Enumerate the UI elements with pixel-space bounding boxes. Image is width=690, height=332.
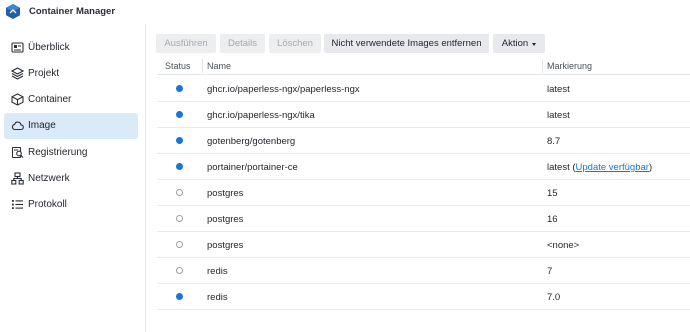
- column-divider[interactable]: [202, 59, 203, 73]
- image-name: postgres: [207, 188, 244, 199]
- run-button[interactable]: Ausführen: [156, 34, 216, 53]
- container-icon: [11, 93, 24, 106]
- image-tag-text: latest (: [547, 162, 576, 173]
- sidebar-item-label: Container: [28, 94, 72, 105]
- update-available-link[interactable]: Update verfügbar: [576, 162, 649, 173]
- image-name: gotenberg/gotenberg: [207, 136, 296, 147]
- image-tag: 16: [547, 214, 558, 225]
- sidebar-item-log[interactable]: Protokoll: [4, 192, 138, 218]
- image-name: postgres: [207, 240, 244, 251]
- table-row[interactable]: ghcr.io/paperless-ngx/tika latest: [157, 102, 690, 128]
- sidebar-item-container[interactable]: Container: [4, 87, 138, 113]
- image-tag-suffix: ): [648, 162, 653, 173]
- sidebar-item-label: Registrierung: [28, 147, 88, 158]
- image-tag: 7: [547, 266, 553, 277]
- sidebar-item-label: Protokoll: [28, 199, 67, 210]
- image-tag: 15: [547, 188, 558, 199]
- container-manager-logo: [6, 4, 20, 19]
- image-tag: latest: [547, 84, 570, 95]
- status-stopped-icon: [176, 189, 183, 196]
- image-name: redis: [207, 292, 228, 303]
- status-stopped-icon: [176, 241, 183, 248]
- chevron-down-icon: [532, 42, 537, 46]
- overview-icon: [11, 42, 24, 53]
- table-row[interactable]: redis 7.0: [157, 284, 690, 310]
- table-row[interactable]: gotenberg/gotenberg 8.7: [157, 128, 690, 154]
- table-header: Status Name Markierung: [157, 57, 690, 75]
- action-label: Aktion: [501, 38, 529, 49]
- table-row[interactable]: ghcr.io/paperless-ngx/paperless-ngx late…: [157, 76, 690, 102]
- sidebar-item-label: Überblick: [28, 42, 70, 53]
- sidebar-item-network[interactable]: Netzwerk: [4, 166, 138, 192]
- status-stopped-icon: [176, 267, 183, 274]
- table-row[interactable]: postgres <none>: [157, 232, 690, 258]
- image-name: ghcr.io/paperless-ngx/tika: [207, 110, 315, 121]
- sidebar-item-label: Netzwerk: [28, 173, 70, 184]
- details-button[interactable]: Details: [220, 34, 265, 53]
- title-bar: Container Manager: [0, 0, 690, 24]
- image-tag: 7.0: [547, 292, 561, 303]
- image-panel: Ausführen Details Löschen Nicht verwende…: [147, 24, 690, 332]
- column-divider[interactable]: [542, 59, 543, 73]
- image-name: portainer/portainer-ce: [207, 162, 298, 173]
- status-stopped-icon: [176, 215, 183, 222]
- action-dropdown[interactable]: Aktion: [493, 34, 545, 53]
- sidebar-item-image[interactable]: Image: [4, 113, 138, 139]
- log-icon: [12, 200, 23, 209]
- status-running-icon: [176, 163, 183, 170]
- sidebar-item-registry[interactable]: Registrierung: [4, 140, 138, 166]
- image-name: redis: [207, 266, 228, 277]
- status-running-icon: [176, 293, 183, 300]
- column-header-tag[interactable]: Markierung: [547, 61, 592, 71]
- status-running-icon: [176, 137, 183, 144]
- sidebar-item-project[interactable]: Projekt: [4, 61, 138, 87]
- table-row[interactable]: portainer/portainer-ce latest (Update ve…: [157, 154, 690, 180]
- image-tag: 8.7: [547, 136, 561, 147]
- remove-unused-images-button[interactable]: Nicht verwendete Images entfernen: [324, 34, 489, 53]
- sidebar: Überblick Projekt Container Image Regist…: [0, 24, 146, 332]
- image-name: postgres: [207, 214, 244, 225]
- image-tag: latest: [547, 110, 570, 121]
- registry-icon: [11, 146, 24, 159]
- delete-button[interactable]: Löschen: [269, 34, 321, 53]
- sidebar-item-overview[interactable]: Überblick: [4, 35, 138, 61]
- project-icon: [11, 67, 24, 80]
- image-tag: latest (Update verfügbar): [547, 162, 652, 173]
- column-header-status[interactable]: Status: [165, 61, 191, 71]
- app-title: Container Manager: [29, 6, 116, 17]
- column-header-name[interactable]: Name: [207, 61, 231, 71]
- image-tag: <none>: [547, 240, 580, 251]
- image-name: ghcr.io/paperless-ngx/paperless-ngx: [207, 84, 360, 95]
- status-running-icon: [176, 85, 183, 92]
- table-row[interactable]: postgres 15: [157, 180, 690, 206]
- table-row[interactable]: postgres 16: [157, 206, 690, 232]
- cloud-icon: [11, 121, 24, 131]
- table-row[interactable]: redis 7: [157, 258, 690, 284]
- sidebar-item-label: Image: [28, 120, 56, 131]
- status-running-icon: [176, 111, 183, 118]
- sidebar-item-label: Projekt: [28, 68, 60, 79]
- network-icon: [11, 172, 24, 185]
